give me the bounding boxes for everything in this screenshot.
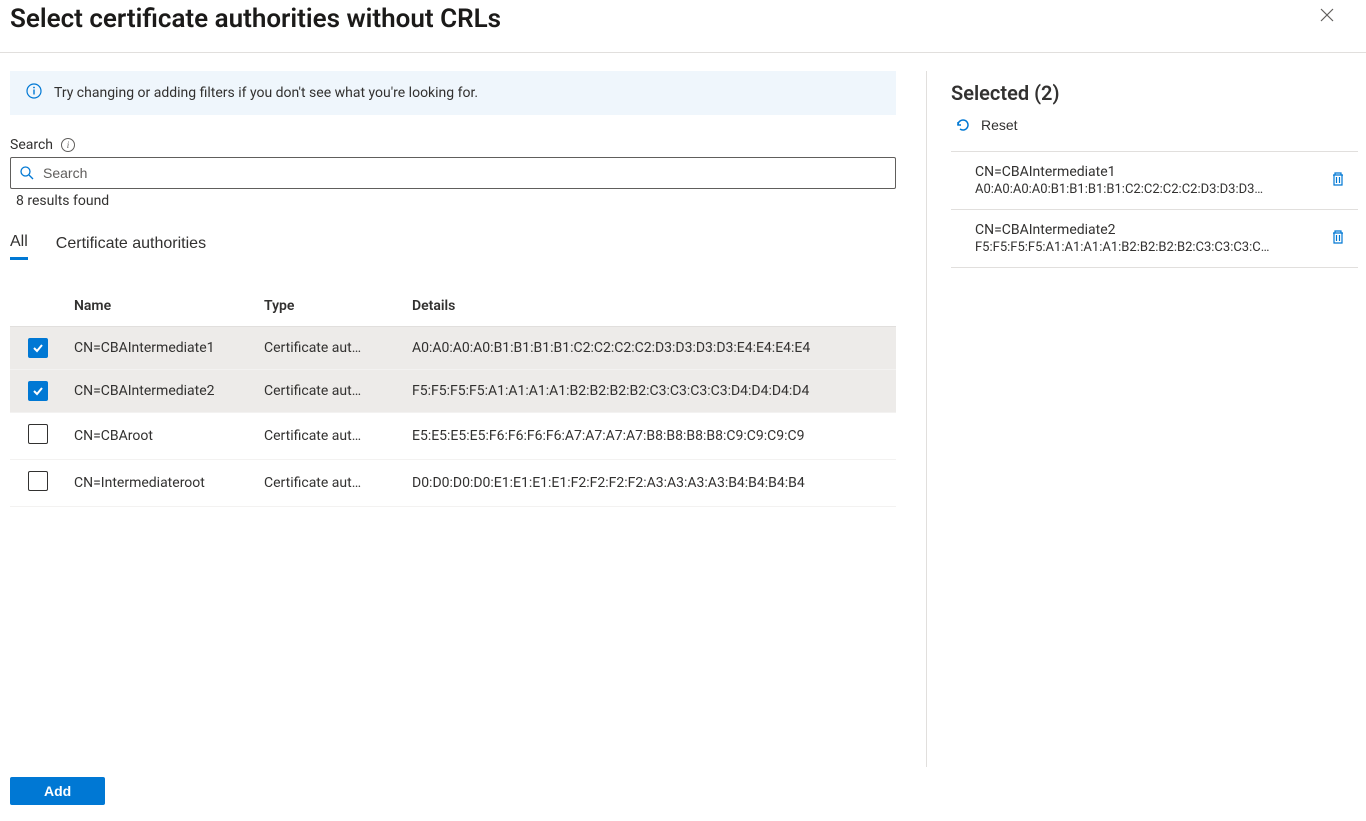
row-name: CN=CBAroot — [66, 413, 256, 460]
row-name: CN=Intermediateroot — [66, 460, 256, 507]
table-row[interactable]: CN=CBArootCertificate aut…E5:E5:E5:E5:F6… — [10, 413, 896, 460]
row-details: D0:D0:D0:D0:E1:E1:E1:E1:F2:F2:F2:F2:A3:A… — [404, 460, 896, 507]
trash-icon — [1330, 171, 1346, 187]
undo-icon — [955, 117, 971, 133]
close-button[interactable] — [1314, 4, 1340, 29]
row-checkbox[interactable] — [28, 381, 48, 401]
table-row[interactable]: CN=CBAIntermediate2Certificate aut…F5:F5… — [10, 370, 896, 413]
tab-all[interactable]: All — [10, 233, 28, 260]
reset-button[interactable]: Reset — [951, 115, 1022, 141]
row-type: Certificate aut… — [256, 413, 404, 460]
tab-certificate-authorities[interactable]: Certificate authorities — [56, 233, 206, 260]
row-checkbox[interactable] — [28, 424, 48, 444]
info-banner: Try changing or adding filters if you do… — [10, 71, 896, 115]
selected-item: CN=CBAIntermediate1 A0:A0:A0:A0:B1:B1:B1:… — [951, 152, 1358, 210]
selected-title: Selected (2) — [951, 81, 1358, 105]
table-row[interactable]: CN=CBAIntermediate1Certificate aut…A0:A0… — [10, 327, 896, 370]
page-title: Select certificate authorities without C… — [10, 4, 501, 34]
row-checkbox[interactable] — [28, 338, 48, 358]
search-icon — [19, 165, 35, 181]
selected-item-name: CN=CBAIntermediate2 — [975, 222, 1314, 238]
row-details: F5:F5:F5:F5:A1:A1:A1:A1:B2:B2:B2:B2:C3:C… — [404, 370, 896, 413]
trash-icon — [1330, 229, 1346, 245]
search-input[interactable] — [43, 165, 887, 181]
results-count: 8 results found — [10, 193, 896, 209]
info-banner-text: Try changing or adding filters if you do… — [54, 85, 478, 101]
search-label: Search — [10, 137, 53, 153]
row-details: A0:A0:A0:A0:B1:B1:B1:B1:C2:C2:C2:C2:D3:D… — [404, 327, 896, 370]
row-type: Certificate aut… — [256, 370, 404, 413]
row-name: CN=CBAIntermediate2 — [66, 370, 256, 413]
info-icon — [26, 83, 42, 103]
column-header-name[interactable]: Name — [66, 286, 256, 327]
row-details: E5:E5:E5:E5:F6:F6:F6:F6:A7:A7:A7:A7:B8:B… — [404, 413, 896, 460]
delete-button[interactable] — [1326, 225, 1350, 252]
selected-item-detail: F5:F5:F5:F5:A1:A1:A1:A1:B2:B2:B2:B2:C3:C… — [975, 240, 1314, 255]
search-box[interactable] — [10, 157, 896, 189]
delete-button[interactable] — [1326, 167, 1350, 194]
ca-table: Name Type Details CN=CBAIntermediate1Cer… — [10, 286, 896, 507]
selected-item-detail: A0:A0:A0:A0:B1:B1:B1:B1:C2:C2:C2:C2:D3:D… — [975, 182, 1314, 197]
column-header-type[interactable]: Type — [256, 286, 404, 327]
column-header-details[interactable]: Details — [404, 286, 896, 327]
row-type: Certificate aut… — [256, 460, 404, 507]
row-name: CN=CBAIntermediate1 — [66, 327, 256, 370]
help-icon[interactable]: i — [61, 138, 75, 152]
reset-label: Reset — [981, 117, 1018, 133]
close-icon — [1320, 8, 1334, 22]
selected-item-name: CN=CBAIntermediate1 — [975, 164, 1314, 180]
divider — [0, 52, 1366, 53]
selected-item: CN=CBAIntermediate2 F5:F5:F5:F5:A1:A1:A1:… — [951, 210, 1358, 268]
add-button[interactable]: Add — [10, 777, 105, 805]
row-type: Certificate aut… — [256, 327, 404, 370]
table-row[interactable]: CN=IntermediaterootCertificate aut…D0:D0… — [10, 460, 896, 507]
row-checkbox[interactable] — [28, 471, 48, 491]
